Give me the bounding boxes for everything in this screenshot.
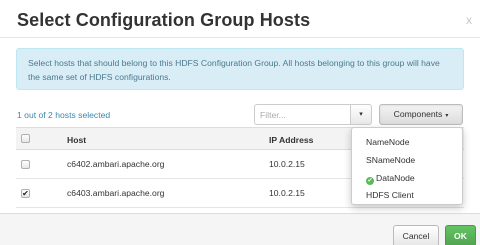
components-button-label: Components bbox=[393, 109, 443, 119]
row-checkbox[interactable] bbox=[21, 160, 30, 169]
filter-input[interactable] bbox=[254, 104, 350, 125]
info-alert-text: Select hosts that should belong to this … bbox=[28, 58, 440, 82]
modal-title: Select Configuration Group Hosts bbox=[17, 10, 311, 30]
menu-item-hdfs-client[interactable]: HDFS Client bbox=[366, 190, 414, 200]
components-dropdown-menu: NameNode SNameNode ✔ DataNode HDFS Client bbox=[351, 127, 463, 205]
menu-item-datanode[interactable]: ✔ DataNode bbox=[366, 173, 415, 185]
close-icon[interactable]: x bbox=[466, 13, 472, 27]
menu-item-snamenode[interactable]: SNameNode bbox=[366, 155, 415, 165]
ip-address: 10.0.2.15 bbox=[269, 188, 305, 198]
menu-item-namenode[interactable]: NameNode bbox=[366, 137, 409, 147]
column-header-ip-address[interactable]: IP Address bbox=[269, 135, 313, 145]
host-name: c6402.ambari.apache.org bbox=[67, 159, 165, 169]
modal-header: Select Configuration Group Hosts x bbox=[0, 0, 480, 38]
filter-dropdown-button[interactable]: ▾ bbox=[350, 104, 372, 125]
check-circle-icon: ✔ bbox=[366, 177, 374, 185]
ok-button[interactable]: OK bbox=[445, 225, 476, 245]
menu-item-label: DataNode bbox=[376, 173, 415, 183]
ip-address: 10.0.2.15 bbox=[269, 159, 305, 169]
host-name: c6403.ambari.apache.org bbox=[67, 188, 165, 198]
cancel-button[interactable]: Cancel bbox=[393, 225, 439, 245]
caret-down-icon: ▾ bbox=[445, 113, 449, 119]
row-checkbox[interactable]: ✔ bbox=[21, 189, 30, 198]
caret-down-icon: ▾ bbox=[359, 111, 363, 118]
select-all-checkbox[interactable] bbox=[21, 134, 30, 143]
selected-hosts-count: 1 out of 2 hosts selected bbox=[17, 110, 111, 120]
info-alert: Select hosts that should belong to this … bbox=[16, 48, 464, 90]
components-button[interactable]: Components ▾ bbox=[379, 104, 463, 125]
column-header-host[interactable]: Host bbox=[67, 135, 86, 145]
